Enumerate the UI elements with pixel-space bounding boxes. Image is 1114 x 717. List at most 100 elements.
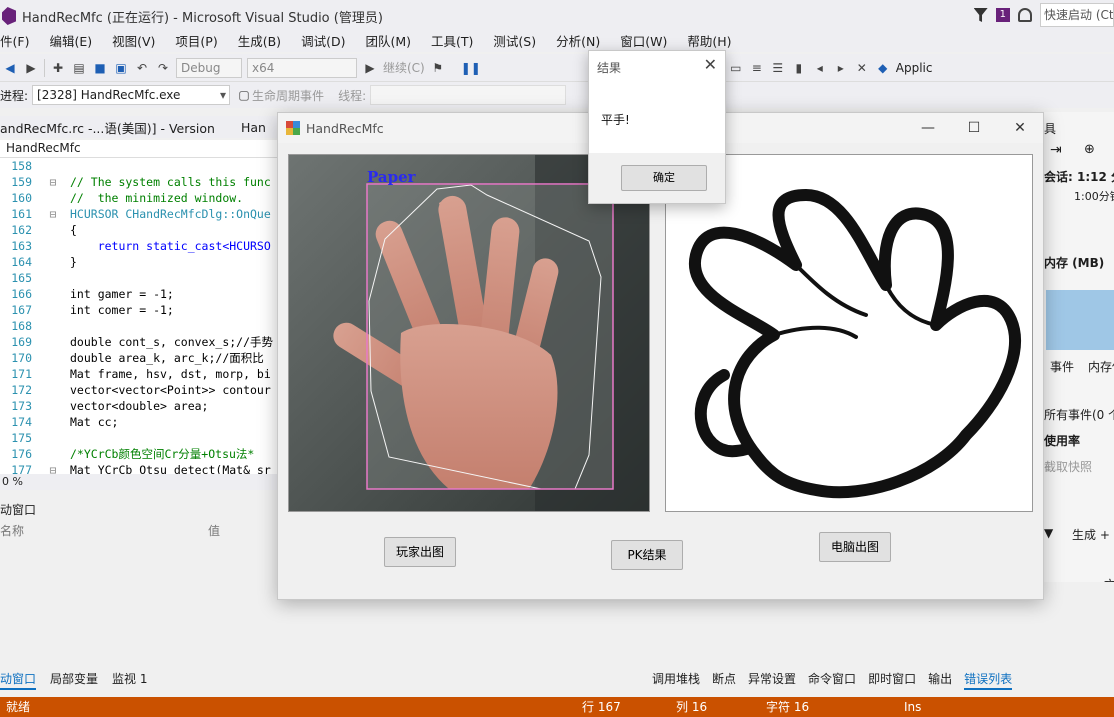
lifecycle-icon[interactable]: ▢ [236,87,252,103]
code-line[interactable]: 166 int gamer = -1; [0,286,290,302]
code-line[interactable]: 164} [0,254,290,270]
fold-toggle-icon[interactable]: ⊟ [36,206,70,222]
fold-toggle-icon[interactable] [36,414,70,430]
menu-help[interactable]: 帮助(H) [687,32,739,52]
maximize-icon[interactable]: ☐ [951,113,997,143]
code-line[interactable]: 165 [0,270,290,286]
menu-analyze[interactable]: 分析(N) [556,32,608,52]
code-editor[interactable]: 158 159 ⊟// The system calls this func 160/… [0,158,290,474]
ok-button[interactable]: 确定 [621,165,707,191]
bookmark-clear-icon[interactable]: ✕ [854,60,870,76]
menu-edit[interactable]: 编辑(E) [49,32,100,52]
comment-icon[interactable]: ☰ [770,60,786,76]
redo-icon[interactable]: ↷ [155,60,171,76]
code-line[interactable]: 162 { [0,222,290,238]
computer-throw-button[interactable]: 电脑出图 [819,532,891,562]
fold-toggle-icon[interactable] [36,446,70,462]
code-line[interactable]: 176 /*YCrCb颜色空间Cr分量+Otsu法* [0,446,290,462]
fold-toggle-icon[interactable] [36,430,70,446]
app-insights-icon[interactable]: ◆ [875,60,891,76]
menu-team[interactable]: 团队(M) [365,32,419,52]
code-line[interactable]: 159 ⊟// The system calls this func [0,174,290,190]
fold-toggle-icon[interactable] [36,398,70,414]
tab-command-window[interactable]: 命令窗口 [808,668,856,690]
save-all-icon[interactable]: ▣ [113,60,129,76]
save-icon[interactable]: ■ [92,60,108,76]
account-icon[interactable] [1018,8,1032,22]
tab-watch[interactable]: 监视 1 [112,668,147,690]
events-tab[interactable]: 事件 [1050,358,1074,375]
tab-call-stack[interactable]: 调用堆栈 [652,668,700,690]
fold-toggle-icon[interactable] [36,190,70,206]
tab-exception-settings[interactable]: 异常设置 [748,668,796,690]
filter-icon[interactable] [973,8,988,22]
autos-col-value[interactable]: 值 [208,522,220,540]
fold-toggle-icon[interactable] [36,158,70,174]
tab-breakpoints[interactable]: 断点 [712,668,736,690]
code-line[interactable]: 175 [0,430,290,446]
code-line[interactable]: 158 [0,158,290,174]
pk-result-button[interactable]: PK结果 [611,540,683,570]
lifecycle-events-button[interactable]: 生命周期事件 [252,87,324,104]
close-icon[interactable]: ✕ [997,113,1043,143]
menu-build[interactable]: 生成(B) [238,32,289,52]
minimize-icon[interactable]: — [905,113,951,143]
fold-toggle-icon[interactable] [36,334,70,350]
fold-toggle-icon[interactable]: ⊟ [36,174,70,190]
menu-test[interactable]: 测试(S) [493,32,544,52]
config-dropdown[interactable]: Debug [176,57,242,78]
player-throw-button[interactable]: 玩家出图 [384,537,456,567]
build-dropdown[interactable]: 生成 + [1072,526,1110,543]
code-line[interactable]: 161 ⊟ HCURSOR CHandRecMfcDlg::OnQue [0,206,290,222]
quick-launch-input[interactable]: 快速启动 (Ct [1040,3,1114,27]
open-folder-icon[interactable]: ▤ [71,60,87,76]
code-line[interactable]: 170 double area_k, arc_k;//面积比 [0,350,290,366]
code-line[interactable]: 160 // the minimized window. [0,190,290,206]
menu-tools[interactable]: 工具(T) [431,32,481,52]
platform-dropdown[interactable]: x64 [247,57,357,78]
application-insights-button[interactable]: Applic [896,61,933,75]
tab-autos[interactable]: 动窗口 [0,668,37,690]
fold-toggle-icon[interactable] [36,238,70,254]
fold-toggle-icon[interactable] [36,382,70,398]
code-line[interactable]: 172 vector<vector<Point>> contour [0,382,290,398]
message-box-close-icon[interactable]: ✕ [704,55,717,74]
menu-debug[interactable]: 调试(D) [301,32,353,52]
new-item-icon[interactable]: ✚ [50,60,66,76]
process-dropdown[interactable]: [2328] HandRecMfc.exe [32,85,231,105]
flame-icon[interactable]: ⚑ [430,60,446,76]
project-breadcrumb[interactable]: HandRecMfc [0,140,290,158]
zoom-level[interactable]: 0 % [0,474,290,490]
filter-icon-2[interactable]: ▼ [1044,526,1053,540]
tab-source-file[interactable]: Han [241,120,266,135]
bookmark-next-icon[interactable]: ▸ [833,60,849,76]
code-line[interactable]: 173 vector<double> area; [0,398,290,414]
code-line[interactable]: 169 double cont_s, convex_s;//手势 [0,334,290,350]
autos-col-name[interactable]: 名称 [0,522,208,540]
fold-toggle-icon[interactable] [36,286,70,302]
menu-window[interactable]: 窗口(W) [620,32,675,52]
fold-toggle-icon[interactable] [36,302,70,318]
menu-file[interactable]: 件(F) [0,32,37,52]
fold-toggle-icon[interactable] [36,254,70,270]
code-line[interactable]: 177 ⊟ Mat YCrCb_Otsu_detect(Mat& sr [0,462,290,474]
memory-usage-tab[interactable]: 内存使 [1088,358,1114,375]
menu-project[interactable]: 项目(P) [175,32,225,52]
forward-icon[interactable]: ▶ [23,60,39,76]
tab-locals[interactable]: 局部变量 [50,668,98,690]
continue-button[interactable]: 继续(C) [383,59,425,76]
window-icon[interactable]: ▭ [728,60,744,76]
back-icon[interactable]: ◀ [2,60,18,76]
fold-toggle-icon[interactable] [36,350,70,366]
undo-icon[interactable]: ↶ [134,60,150,76]
fold-toggle-icon[interactable] [36,270,70,286]
fold-toggle-icon[interactable] [36,318,70,334]
tab-immediate-window[interactable]: 即时窗口 [868,668,916,690]
indent-icon[interactable]: ≡ [749,60,765,76]
code-line[interactable]: 171 Mat frame, hsv, dst, morp, bi [0,366,290,382]
export-icon[interactable]: ⇥ [1050,142,1062,158]
tab-output[interactable]: 输出 [928,668,952,690]
fold-toggle-icon[interactable] [36,366,70,382]
notification-badge[interactable]: 1 [995,8,1010,22]
tab-error-list[interactable]: 错误列表 [964,668,1013,690]
